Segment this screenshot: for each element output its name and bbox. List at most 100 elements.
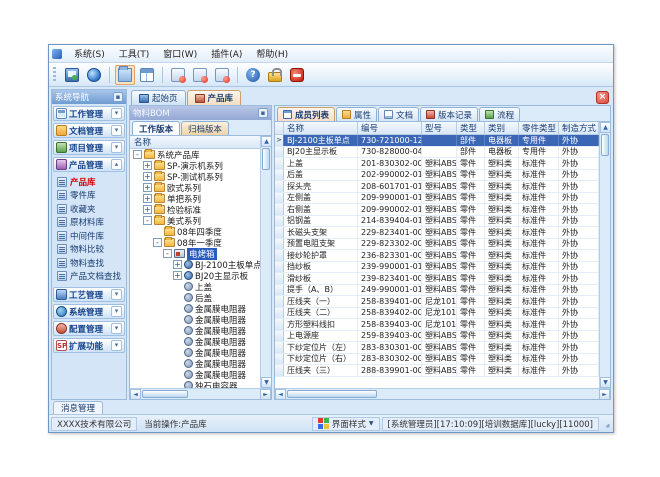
tree-node[interactable]: +检验标准 [130,204,260,215]
tree-node[interactable]: 金属膜电阻器 [130,303,260,314]
tree-node[interactable]: 金属膜电阻器 [130,314,260,325]
ui-style-button[interactable]: 界面样式 ▼ [312,417,380,431]
tree-node[interactable]: +SP-演示机系列 [130,160,260,171]
column-header-编号[interactable]: 编号 [358,122,422,134]
table-row[interactable]: 右侧盖209-990002-01X塑料ABS零件塑料类标准件外协条 [275,204,599,216]
column-header-型号[interactable]: 型号 [422,122,457,134]
scroll-up-icon[interactable]: ▲ [600,122,610,133]
table-row[interactable]: 滑纱板239-823401-00X塑料ABS零件塑料类标准件外协条 [275,273,599,285]
sidebar-item-产品库[interactable]: 产品库 [57,175,125,189]
menu-item-2[interactable]: 窗口(W) [156,45,204,62]
table-row[interactable]: 压线夹（三）288-839901-00X塑料ABS零件塑料类标准件外协条 [275,365,599,377]
mail-import-button[interactable] [190,65,210,85]
table-row[interactable]: 上盖201-830302-00X塑料ABS零件塑料类标准件外协条 [275,158,599,170]
tree-node[interactable]: 金属膜电阻器 [130,325,260,336]
layout-button[interactable] [137,65,157,85]
expand-icon[interactable]: + [173,271,182,280]
table-row[interactable]: 挡纱板239-990001-01X塑料ABS零件塑料类标准件外协条 [275,262,599,274]
tab-归档版本[interactable]: 归档版本 [181,121,229,135]
expand-icon[interactable]: + [143,161,152,170]
menu-item-3[interactable]: 插件(A) [204,45,249,62]
scroll-down-icon[interactable]: ▼ [261,377,271,388]
tree-node[interactable]: 金属膜电阻器 [130,358,260,369]
chevron-up-icon[interactable]: ▴ [111,159,122,170]
tree-node[interactable]: -08年一季度 [130,237,260,248]
table-row[interactable]: 预置电阻支架229-823302-00X塑料ABS零件塑料类标准件外协条 [275,239,599,251]
scroll-up-icon[interactable]: ▲ [261,136,271,147]
sidebar-item-收藏夹[interactable]: 收藏夹 [57,202,125,216]
chevron-down-icon[interactable]: ▾ [111,306,122,317]
tree-node[interactable]: +欧式系列 [130,182,260,193]
scrollbar-thumb[interactable] [287,390,377,398]
message-manager-tab[interactable]: 消息管理 [53,401,103,414]
table-row[interactable]: 左侧盖209-990001-01X塑料ABS零件塑料类标准件外协条 [275,193,599,205]
scroll-down-icon[interactable]: ▼ [600,377,610,388]
help-button[interactable] [243,65,263,85]
tab-属性[interactable]: 属性 [336,107,377,121]
close-tab-icon[interactable]: × [596,91,609,104]
sidebar-item-物料比较[interactable]: 物料比较 [57,243,125,257]
expand-icon[interactable]: + [173,260,182,269]
expand-icon[interactable]: + [143,172,152,181]
toolbar-grip[interactable] [53,67,56,83]
table-row[interactable]: 接纱轮护罩236-823301-00X塑料ABS零件塑料类标准件外协条 [275,250,599,262]
tab-成员列表[interactable]: 成员列表 [277,107,335,121]
sidebar-item-中间件库[interactable]: 中间件库 [57,229,125,243]
tree-node[interactable]: -美式系列 [130,215,260,226]
sidebar-item-原材料库[interactable]: 原材料库 [57,216,125,230]
sidebar-group-6[interactable]: 配置管理▾ [53,321,125,336]
chevron-down-icon[interactable]: ▾ [111,142,122,153]
table-row[interactable]: BJ20主显示板730-828000-04X部件电器板专用件外协颗 [275,147,599,159]
scrollbar-thumb[interactable] [262,148,270,170]
collapse-icon[interactable]: - [143,216,152,225]
mail-export-button[interactable] [168,65,188,85]
column-header-制造方式[interactable]: 制造方式 [559,122,599,134]
table-row[interactable]: 压线夹（二）258-839402-00X尼龙1010零件塑料类标准件外协条 [275,308,599,320]
table-row[interactable]: >BJ-2100主板单点730-721000-12X部件电器板专用件外协颗 [275,135,599,147]
tab-工作版本[interactable]: 工作版本 [132,121,180,135]
scroll-left-icon[interactable]: ◄ [275,389,286,400]
scrollbar-thumb[interactable] [601,134,609,156]
tab-流程[interactable]: 流程 [479,107,520,121]
column-header-类别[interactable]: 类别 [485,122,519,134]
tree-node[interactable]: +SP-测试机系列 [130,171,260,182]
table-row[interactable]: 后盖202-990002-01X塑料ABS零件塑料类标准件外协条 [275,170,599,182]
chevron-down-icon[interactable]: ▾ [111,340,122,351]
sidebar-group-0[interactable]: 工作管理▾ [53,106,125,121]
table-vertical-scrollbar[interactable]: ▲ ▼ [599,122,610,388]
tree-vertical-scrollbar[interactable]: ▲ ▼ [260,136,271,388]
chevron-down-icon[interactable]: ▾ [111,108,122,119]
table-row[interactable]: 压线夹（一）258-839401-00X尼龙1010零件塑料类标准件外协条 [275,296,599,308]
expand-icon[interactable]: + [143,194,152,203]
tab-文档[interactable]: 文档 [378,107,419,121]
table-horizontal-scrollbar[interactable]: ◄ ► [275,388,610,399]
menu-item-0[interactable]: 系统(S) [67,45,112,62]
chevron-down-icon[interactable]: ▾ [111,323,122,334]
tree-node[interactable]: 独石电容器 [130,380,260,388]
tree-node[interactable]: 08年四季度 [130,226,260,237]
mail-refresh-button[interactable] [212,65,232,85]
globe-button[interactable] [84,65,104,85]
expand-icon[interactable]: + [143,183,152,192]
sidebar-item-产品文档查找[interactable]: 产品文档查找 [57,270,125,284]
table-row[interactable]: 下纱定位片（右）283-830302-00X塑料ABS零件塑料类标准件外协条 [275,354,599,366]
menu-item-1[interactable]: 工具(T) [112,45,157,62]
sidebar-group-5[interactable]: 系统管理▾ [53,304,125,319]
tree-node[interactable]: +BJ-2100主板单点 [130,259,260,270]
sidebar-group-1[interactable]: 文档管理▾ [53,123,125,138]
table-row[interactable]: 方形塑料线扣258-839403-00X尼龙1010零件塑料类标准件外协条 [275,319,599,331]
table-row[interactable]: 探头壳208-601701-01X塑料ABS零件塑料类标准件外协条 [275,181,599,193]
scroll-left-icon[interactable]: ◄ [130,389,141,400]
bom-pin-icon[interactable]: ▪ [258,108,268,118]
tab-版本记录[interactable]: 版本记录 [420,107,478,121]
tree-node[interactable]: 金属膜电阻器 [130,347,260,358]
column-header-类型[interactable]: 类型 [457,122,485,134]
tree-node[interactable]: -电烤箱 [130,248,260,259]
tab-起始页[interactable]: 起始页 [131,90,186,105]
tree-node[interactable]: 金属膜电阻器 [130,336,260,347]
tree-node[interactable]: 金属膜电阻器 [130,369,260,380]
column-header-零件类型[interactable]: 零件类型 [519,122,559,134]
sidebar-item-物料查找[interactable]: 物料查找 [57,256,125,270]
table-row[interactable]: 下纱定位片（左）283-830301-00X塑料ABS零件塑料类标准件外协条 [275,342,599,354]
table-row[interactable]: 长磁头支架229-823401-00X塑料ABS零件塑料类标准件外协条 [275,227,599,239]
